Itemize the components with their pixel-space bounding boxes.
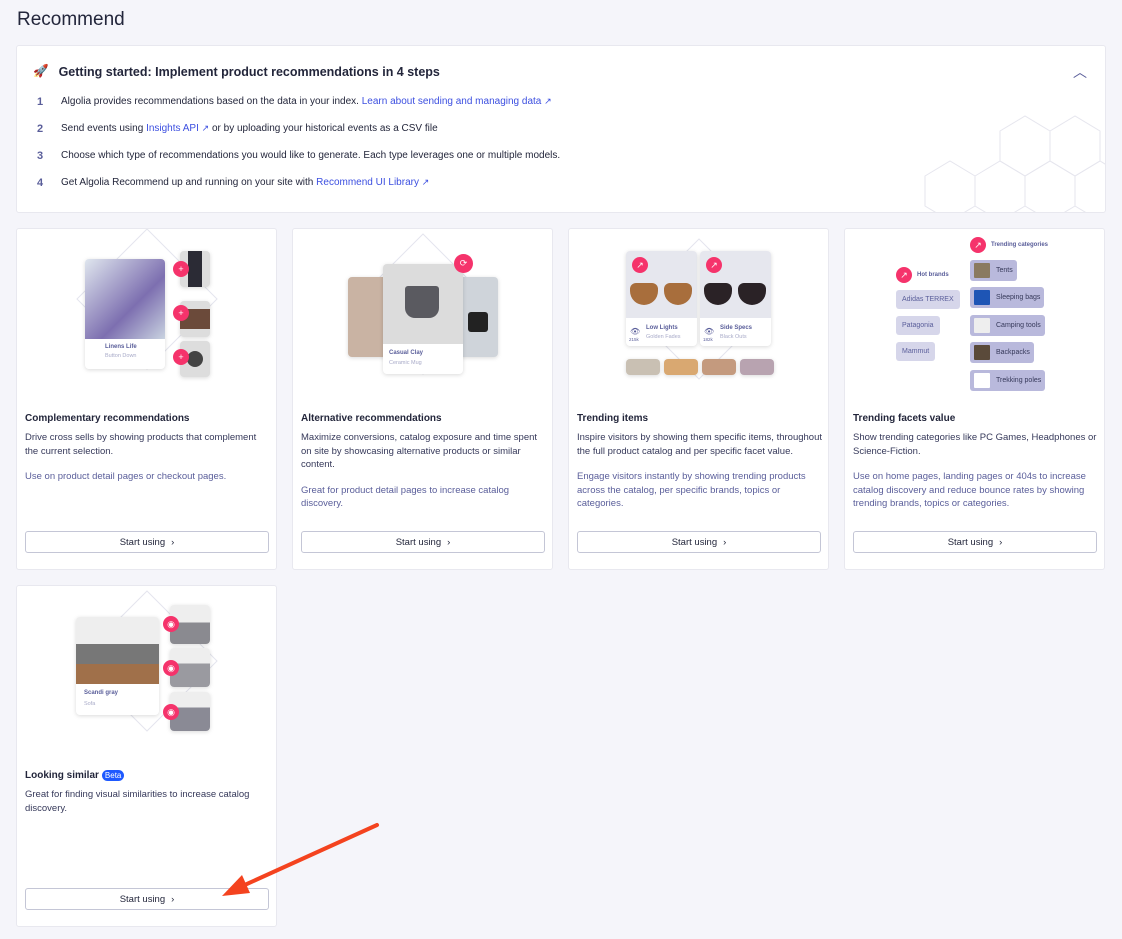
annotation-arrow bbox=[222, 823, 379, 896]
